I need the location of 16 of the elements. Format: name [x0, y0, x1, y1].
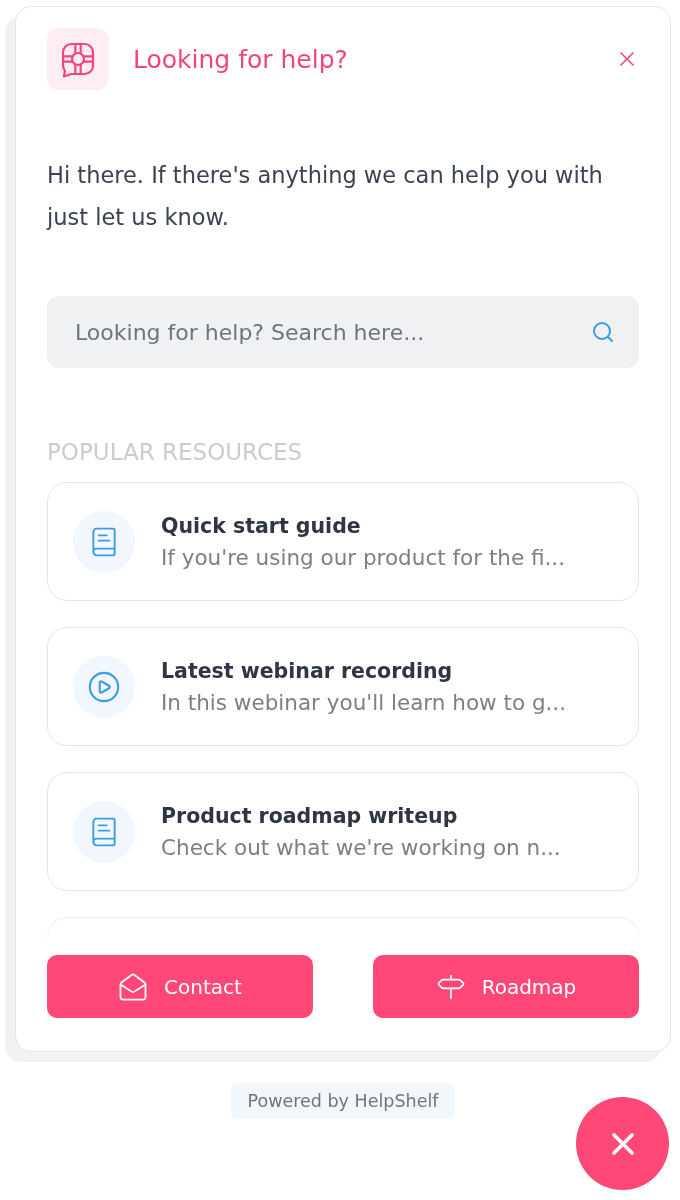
- resource-card[interactable]: Latest webinar recording In this webinar you'll learn how to g...: [47, 627, 639, 746]
- lifebuoy-icon: [47, 28, 109, 90]
- search-icon: [591, 320, 615, 344]
- intro-text: Hi there. If there's anything we can help you with just let us know.: [47, 161, 604, 232]
- resource-card[interactable]: Product roadmap writeup Check out what we're working on n...: [47, 772, 639, 891]
- envelope-icon: [118, 971, 149, 1002]
- resource-title: Quick start guide: [161, 512, 362, 540]
- resource-description: In this webinar you'll learn how to g...: [161, 688, 567, 717]
- search-field[interactable]: Looking for help? Search here...: [47, 296, 639, 368]
- resource-title: Latest webinar recording: [161, 657, 454, 685]
- resource-description: If you're using our product for the fi...: [161, 543, 566, 572]
- resource-title: Product roadmap writeup: [161, 802, 459, 830]
- powered-by-badge: Powered by HelpShelf: [230, 1083, 456, 1119]
- panel-title: Looking for help?: [133, 44, 348, 74]
- resource-description: Check out what we're working on n...: [161, 833, 561, 862]
- resource-card[interactable]: Quick start guide If you're using our product for the fi...: [47, 482, 639, 601]
